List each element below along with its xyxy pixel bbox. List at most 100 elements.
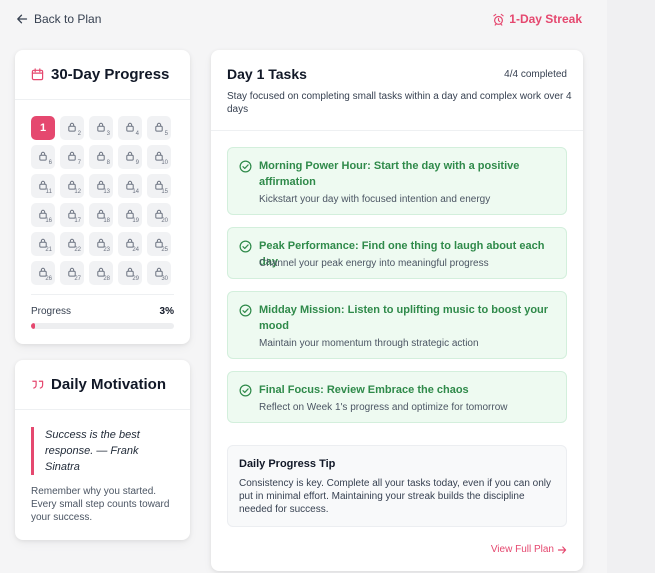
day-number: 27 [74, 276, 81, 282]
lock-icon [39, 151, 47, 161]
lock-icon [97, 151, 105, 161]
day-cell-locked[interactable]: 30 [147, 261, 171, 285]
lock-icon [68, 151, 76, 161]
day-cell-locked[interactable]: 18 [89, 203, 113, 227]
tip-title: Daily Progress Tip [239, 458, 336, 470]
day-cell-locked[interactable]: 9 [118, 145, 142, 169]
task-description: Channel your peak energy into meaningful… [259, 258, 489, 269]
motivation-card-header: Daily Motivation [15, 360, 190, 410]
day-number: 20 [161, 218, 168, 224]
day-number: 12 [74, 189, 81, 195]
arrow-left-icon [17, 14, 28, 24]
day-number: 4 [135, 131, 139, 137]
day-number: 7 [77, 160, 81, 166]
day-cell-locked[interactable]: 6 [31, 145, 55, 169]
day-number: 28 [103, 276, 110, 282]
day-number: 29 [132, 276, 139, 282]
motivation-note: Remember why you started. Every small st… [31, 486, 170, 523]
lock-icon [97, 122, 105, 132]
day-number: 9 [135, 160, 139, 166]
day-cell-locked[interactable]: 28 [89, 261, 113, 285]
progress-bar-fill [31, 323, 36, 329]
day-number: 30 [161, 276, 168, 282]
lock-icon [126, 151, 134, 161]
task-item[interactable]: Final Focus: Review Embrace the chaos Re… [227, 371, 567, 423]
day-cell-locked[interactable]: 13 [89, 174, 113, 198]
check-circle-icon [239, 160, 252, 173]
day-cell-locked[interactable]: 7 [60, 145, 84, 169]
day-number: 16 [45, 218, 52, 224]
day-cell-locked[interactable]: 14 [118, 174, 142, 198]
day-number: 26 [45, 276, 52, 282]
day-cell-locked[interactable]: 10 [147, 145, 171, 169]
progress-bar [31, 323, 174, 329]
day-cell-locked[interactable]: 24 [118, 232, 142, 256]
day-number: 6 [48, 160, 52, 166]
lock-icon [68, 122, 76, 132]
day-number: 8 [106, 160, 110, 166]
tip-text: Consistency is key. Complete all your ta… [239, 478, 551, 515]
progress-card-title: 30-Day Progress [51, 66, 170, 83]
tasks-card-header: Day 1 Tasks 4/4 completed Stay focused o… [211, 50, 583, 131]
tasks-completed-count: 4/4 completed [504, 69, 567, 80]
day-cell-locked[interactable]: 17 [60, 203, 84, 227]
day-cell-locked[interactable]: 25 [147, 232, 171, 256]
day-number: 19 [132, 218, 139, 224]
day-cell-locked[interactable]: 23 [89, 232, 113, 256]
day-cell-locked[interactable]: 11 [31, 174, 55, 198]
day-number: 5 [164, 131, 168, 137]
day-cell-locked[interactable]: 29 [118, 261, 142, 285]
day-number: 14 [132, 189, 139, 195]
progress-card-header: 30-Day Progress [15, 50, 190, 100]
progress-card: 30-Day Progress 1 2 3 4 5 6 7 8 9 10 11 12 13 14 15 16… [15, 50, 190, 344]
day-cell-locked[interactable]: 5 [147, 116, 171, 140]
check-circle-icon [239, 304, 252, 317]
calendar-icon [31, 68, 44, 81]
quote-icon [32, 380, 44, 389]
day-cell-locked[interactable]: 20 [147, 203, 171, 227]
day-cell-active[interactable]: 1 [31, 116, 55, 140]
progress-label: Progress [31, 306, 72, 317]
day-cell-locked[interactable]: 19 [118, 203, 142, 227]
day-cell-locked[interactable]: 22 [60, 232, 84, 256]
task-title: Morning Power Hour: Start the day with a… [259, 160, 520, 188]
day-number: 21 [45, 247, 52, 253]
day-cell-locked[interactable]: 4 [118, 116, 142, 140]
task-description: Kickstart your day with focused intentio… [259, 194, 491, 205]
streak-badge: 1-Day Streak [492, 12, 582, 26]
day-number: 23 [103, 247, 110, 253]
divider [31, 294, 174, 295]
progress-percent: 3% [159, 306, 174, 317]
motivation-card: Daily Motivation Success is the best res… [15, 360, 190, 540]
day-number: 25 [161, 247, 168, 253]
task-description: Reflect on Week 1's progress and optimiz… [259, 402, 508, 413]
task-item[interactable]: Morning Power Hour: Start the day with a… [227, 147, 567, 215]
view-full-plan-link[interactable]: View Full Plan [491, 544, 567, 555]
day-cell-locked[interactable]: 26 [31, 261, 55, 285]
progress-row: Progress 3% [31, 306, 174, 317]
tasks-card: Day 1 Tasks 4/4 completed Stay focused o… [211, 50, 583, 571]
day-number: 22 [74, 247, 81, 253]
day-grid: 1 2 3 4 5 6 7 8 9 10 11 12 13 14 15 16 17 18 19 20 21 22 23 24… [31, 116, 176, 285]
day-number: 17 [74, 218, 81, 224]
motivation-card-title: Daily Motivation [51, 376, 167, 393]
task-title: Midday Mission: Listen to uplifting musi… [259, 304, 549, 332]
day-cell-locked[interactable]: 15 [147, 174, 171, 198]
day-number: 2 [77, 131, 81, 137]
back-label: Back to Plan [34, 12, 102, 26]
day-cell-locked[interactable]: 21 [31, 232, 55, 256]
alarm-icon [493, 13, 504, 26]
day-cell-locked[interactable]: 8 [89, 145, 113, 169]
day-cell-locked[interactable]: 16 [31, 203, 55, 227]
day-cell-locked[interactable]: 2 [60, 116, 84, 140]
task-item[interactable]: Peak Performance: Find one thing to laug… [227, 227, 567, 279]
day-cell-locked[interactable]: 27 [60, 261, 84, 285]
tasks-card-subtitle: Stay focused on completing small tasks w… [227, 91, 572, 115]
day-number: 3 [106, 131, 110, 137]
day-cell-locked[interactable]: 12 [60, 174, 84, 198]
task-description: Maintain your momentum through strategic… [259, 338, 479, 349]
task-item[interactable]: Midday Mission: Listen to uplifting musi… [227, 291, 567, 359]
back-to-plan-link[interactable]: Back to Plan [16, 12, 101, 26]
day-number: 24 [132, 247, 139, 253]
day-cell-locked[interactable]: 3 [89, 116, 113, 140]
